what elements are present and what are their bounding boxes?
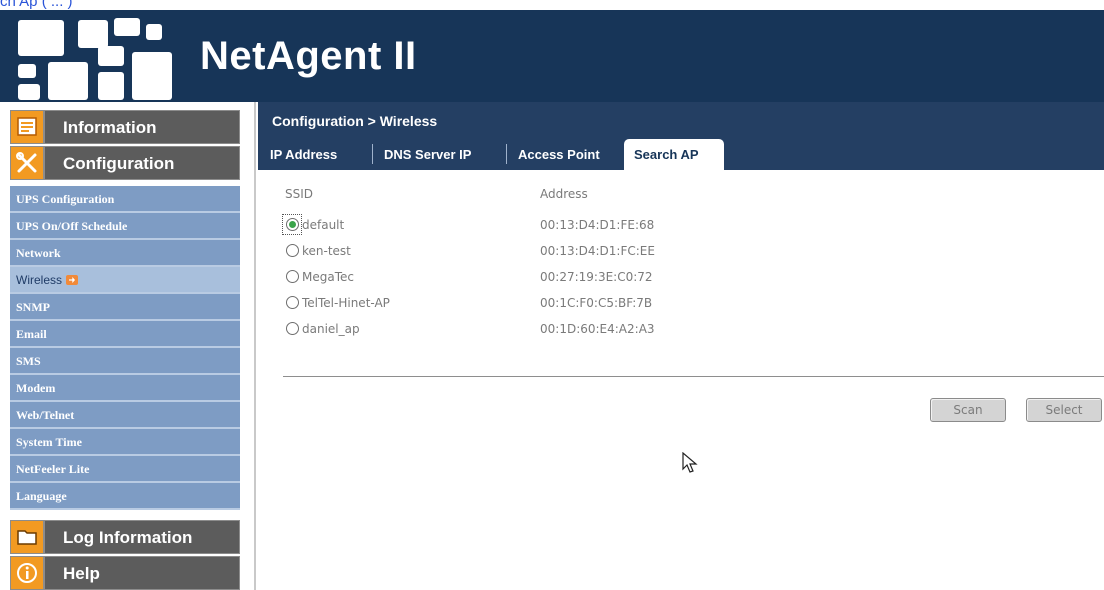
tab-dns-server-ip[interactable]: DNS Server IP <box>374 139 481 170</box>
nav-netfeeler-lite[interactable]: NetFeeler Lite <box>10 456 240 483</box>
app-header: NetAgent II <box>0 10 1104 102</box>
tab-ip-address[interactable]: IP Address <box>260 139 347 170</box>
nav-log-information-label: Log Information <box>63 528 193 547</box>
nav-email-label: Email <box>16 327 47 341</box>
nav-ups-configuration-label: UPS Configuration <box>16 192 115 206</box>
nav-web-telnet-label: Web/Telnet <box>16 408 75 422</box>
table-row[interactable]: daniel_ap 00:1D:60:E4:A2:A3 <box>281 316 781 342</box>
nav-sms[interactable]: SMS <box>10 348 240 375</box>
tab-access-point[interactable]: Access Point <box>508 139 610 170</box>
address-cell: 00:13:D4:D1:FC:EE <box>540 244 655 258</box>
folder-icon <box>11 521 45 553</box>
breadcrumb: Configuration > Wireless <box>272 113 438 129</box>
tab-separator <box>372 144 373 164</box>
ap-radio-default[interactable] <box>286 218 299 231</box>
nav-system-time-label: System Time <box>16 435 82 449</box>
document-icon <box>11 111 45 143</box>
nav-network-label: Network <box>16 246 61 260</box>
nav-network[interactable]: Network <box>10 240 240 267</box>
ap-radio-teltel-hinet-ap[interactable] <box>286 296 299 309</box>
nav-help[interactable]: Help <box>10 556 240 590</box>
nav-log-information[interactable]: Log Information <box>10 520 240 554</box>
ssid-cell: MegaTec <box>302 270 354 284</box>
divider <box>283 376 1104 377</box>
content-header: Configuration > Wireless IP Address DNS … <box>258 102 1104 170</box>
nav-snmp[interactable]: SNMP <box>10 294 240 321</box>
table-row[interactable]: default 00:13:D4:D1:FE:68 <box>281 212 781 238</box>
address-column-header: Address <box>540 187 588 201</box>
ap-radio-ken-test[interactable] <box>286 244 299 257</box>
nav-language[interactable]: Language <box>10 483 240 510</box>
nav-ups-schedule-label: UPS On/Off Schedule <box>16 219 128 233</box>
nav-ups-schedule[interactable]: UPS On/Off Schedule <box>10 213 240 240</box>
nav-sms-label: SMS <box>16 354 41 368</box>
table-row[interactable]: MegaTec 00:27:19:3E:C0:72 <box>281 264 781 290</box>
nav-wireless[interactable]: Wireless <box>10 267 240 294</box>
table-row[interactable]: TelTel-Hinet-AP 00:1C:F0:C5:BF:7B <box>281 290 781 316</box>
nav-modem[interactable]: Modem <box>10 375 240 402</box>
nav-wireless-text: Wireless <box>16 273 63 287</box>
nav-information[interactable]: Information <box>10 110 240 144</box>
select-button[interactable]: Select <box>1026 398 1102 422</box>
tab-search-ap[interactable]: Search AP <box>624 139 724 170</box>
app-title: NetAgent II <box>200 34 417 78</box>
table-row[interactable]: ken-test 00:13:D4:D1:FC:EE <box>281 238 781 264</box>
nav-snmp-label: SNMP <box>16 300 50 314</box>
nav-modem-label: Modem <box>16 381 56 395</box>
ssid-cell: ken-test <box>302 244 351 258</box>
nav-ups-configuration[interactable]: UPS Configuration <box>10 186 240 213</box>
ssid-cell: TelTel-Hinet-AP <box>302 296 390 310</box>
tab-separator <box>506 144 507 164</box>
info-icon <box>11 557 45 589</box>
ssid-cell: default <box>302 218 345 232</box>
tools-icon <box>11 147 45 179</box>
top-caption: ch Ap ( ... ) <box>0 0 73 10</box>
nav-netfeeler-lite-label: NetFeeler Lite <box>16 462 90 476</box>
address-cell: 00:1D:60:E4:A2:A3 <box>540 322 655 336</box>
arrow-right-icon <box>66 275 79 285</box>
ap-radio-daniel-ap[interactable] <box>286 322 299 335</box>
nav-language-label: Language <box>16 489 67 503</box>
netagent-logo-icon <box>14 14 174 100</box>
mouse-cursor-icon <box>682 451 698 479</box>
nav-configuration-label: Configuration <box>63 154 175 173</box>
address-cell: 00:13:D4:D1:FE:68 <box>540 218 655 232</box>
nav-email[interactable]: Email <box>10 321 240 348</box>
nav-configuration[interactable]: Configuration <box>10 146 240 180</box>
sidebar: Information Configuration UPS Configurat… <box>0 102 256 590</box>
nav-system-time[interactable]: System Time <box>10 429 240 456</box>
scan-button[interactable]: Scan <box>930 398 1006 422</box>
address-cell: 00:27:19:3E:C0:72 <box>540 270 653 284</box>
ssid-cell: daniel_ap <box>302 322 360 336</box>
nav-wireless-label: Wireless <box>16 273 79 288</box>
ssid-column-header: SSID <box>285 187 314 201</box>
address-cell: 00:1C:F0:C5:BF:7B <box>540 296 653 310</box>
nav-information-label: Information <box>63 118 157 137</box>
nav-web-telnet[interactable]: Web/Telnet <box>10 402 240 429</box>
ap-radio-megatec[interactable] <box>286 270 299 283</box>
nav-help-label: Help <box>63 564 100 583</box>
